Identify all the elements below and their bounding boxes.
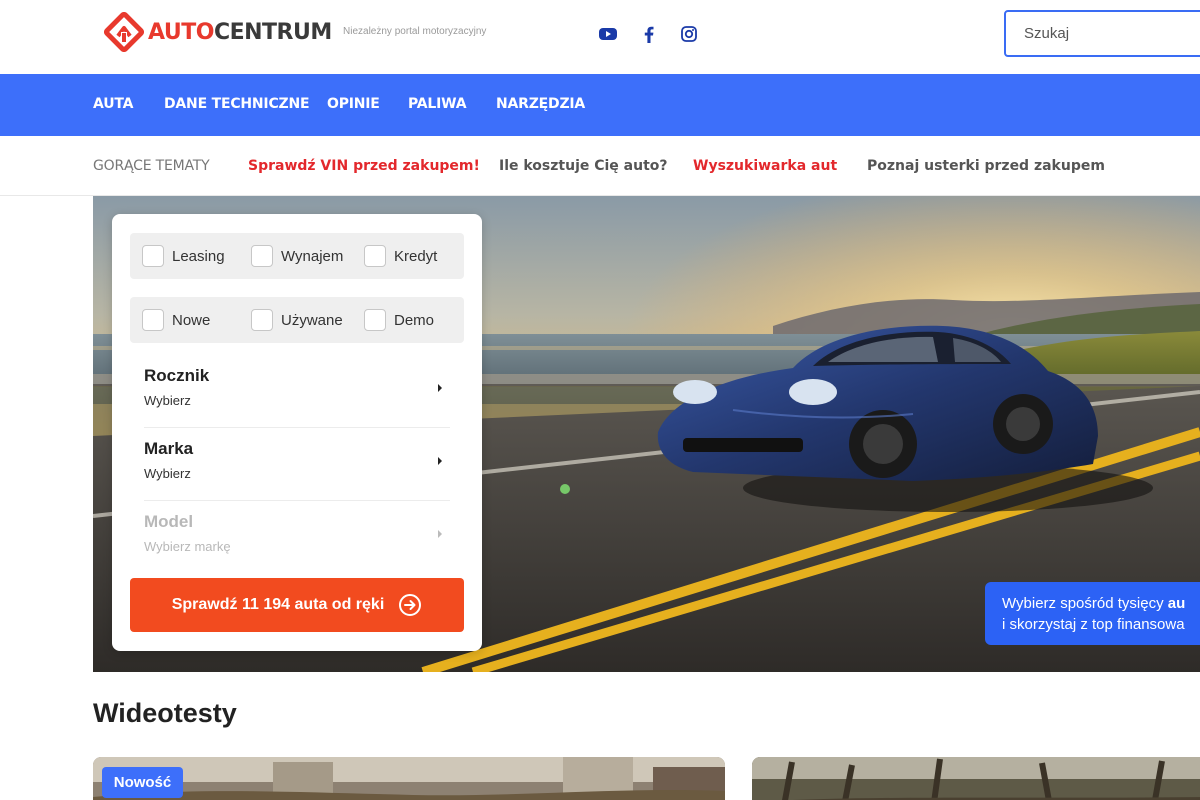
chevron-right-icon [438,530,442,538]
checkbox-box[interactable] [364,309,386,331]
select-value: Wybierz markę [144,539,231,554]
checkbox-nowe[interactable]: Nowe [142,308,210,332]
checkbox-wynajem[interactable]: Wynajem [251,244,343,268]
site-header: AUTOCENTRUM Niezależny portal motoryzacy… [0,0,1200,74]
video-thumbnail [752,757,1200,800]
promo-banner[interactable]: Wybierz spośród tysięcy au i skorzystaj … [985,582,1200,645]
checkbox-box[interactable] [251,245,273,267]
topic-link-vin[interactable]: Sprawdź VIN przed zakupem! [248,158,480,174]
select-model: Model Wybierz markę [144,512,450,574]
financing-options: Leasing Wynajem Kredyt [130,233,464,279]
select-marka[interactable]: Marka Wybierz [144,439,450,501]
select-title: Rocznik [144,366,210,385]
nav-item-narzedzia[interactable]: NARZĘDZIA [496,96,585,112]
checkbox-box[interactable] [142,245,164,267]
select-title: Model [144,512,194,531]
youtube-icon[interactable] [599,25,617,43]
checkbox-leasing[interactable]: Leasing [142,244,225,268]
car-search-panel: Leasing Wynajem Kredyt Nowe Używane Demo… [112,214,482,651]
search-cars-label: Sprawdź 11 194 auta od ręki [171,596,385,613]
checkbox-box[interactable] [251,309,273,331]
topic-link-search[interactable]: Wyszukiwarka aut [693,158,837,174]
checkbox-demo[interactable]: Demo [364,308,434,332]
arrow-right-circle-icon [399,594,422,616]
promo-line-2: i skorzystaj z top finansowa [1002,616,1185,633]
new-badge: Nowość [102,767,183,798]
nav-item-dane-techniczne[interactable]: DANE TECHNICZNE [164,96,310,112]
checkbox-kredyt[interactable]: Kredyt [364,244,437,268]
search-input[interactable] [1006,12,1200,55]
section-title-wideotesty: Wideotesty [93,698,237,728]
video-card[interactable] [752,757,1200,800]
topic-link-cost[interactable]: Ile kosztuje Cię auto? [499,158,668,174]
facebook-icon[interactable] [640,25,658,43]
chevron-right-icon [438,384,442,392]
site-tagline: Niezależny portal motoryzacyjny [343,26,487,37]
select-value: Wybierz [144,466,191,481]
search-cars-button[interactable]: Sprawdź 11 194 auta od ręki [130,578,464,632]
promo-line-1: Wybierz spośród tysięcy au [1002,595,1186,612]
chevron-right-icon [438,457,442,465]
video-thumbnail [93,757,725,800]
checkbox-box[interactable] [142,309,164,331]
condition-options: Nowe Używane Demo [130,297,464,343]
select-title: Marka [144,439,194,458]
select-rocznik[interactable]: Rocznik Wybierz [144,366,450,428]
logo-wordmark: AUTOCENTRUM [148,19,332,45]
logo-mark-icon [104,12,144,52]
site-logo[interactable]: AUTOCENTRUM [104,12,332,52]
hot-topics-label: GORĄCE TEMATY [93,158,210,174]
checkbox-box[interactable] [364,245,386,267]
checkbox-uzywane[interactable]: Używane [251,308,343,332]
nav-item-auta[interactable]: AUTA [93,96,133,112]
select-value: Wybierz [144,393,191,408]
nav-item-opinie[interactable]: OPINIE [327,96,380,112]
main-nav: AUTA DANE TECHNICZNE OPINIE PALIWA NARZĘ… [0,74,1200,136]
nav-item-paliwa[interactable]: PALIWA [408,96,467,112]
video-card[interactable] [93,757,725,800]
hot-topics-bar: GORĄCE TEMATY Sprawdź VIN przed zakupem!… [0,136,1200,196]
search-box [1004,10,1200,57]
instagram-icon[interactable] [680,25,698,43]
topic-link-faults[interactable]: Poznaj usterki przed zakupem [867,158,1105,174]
